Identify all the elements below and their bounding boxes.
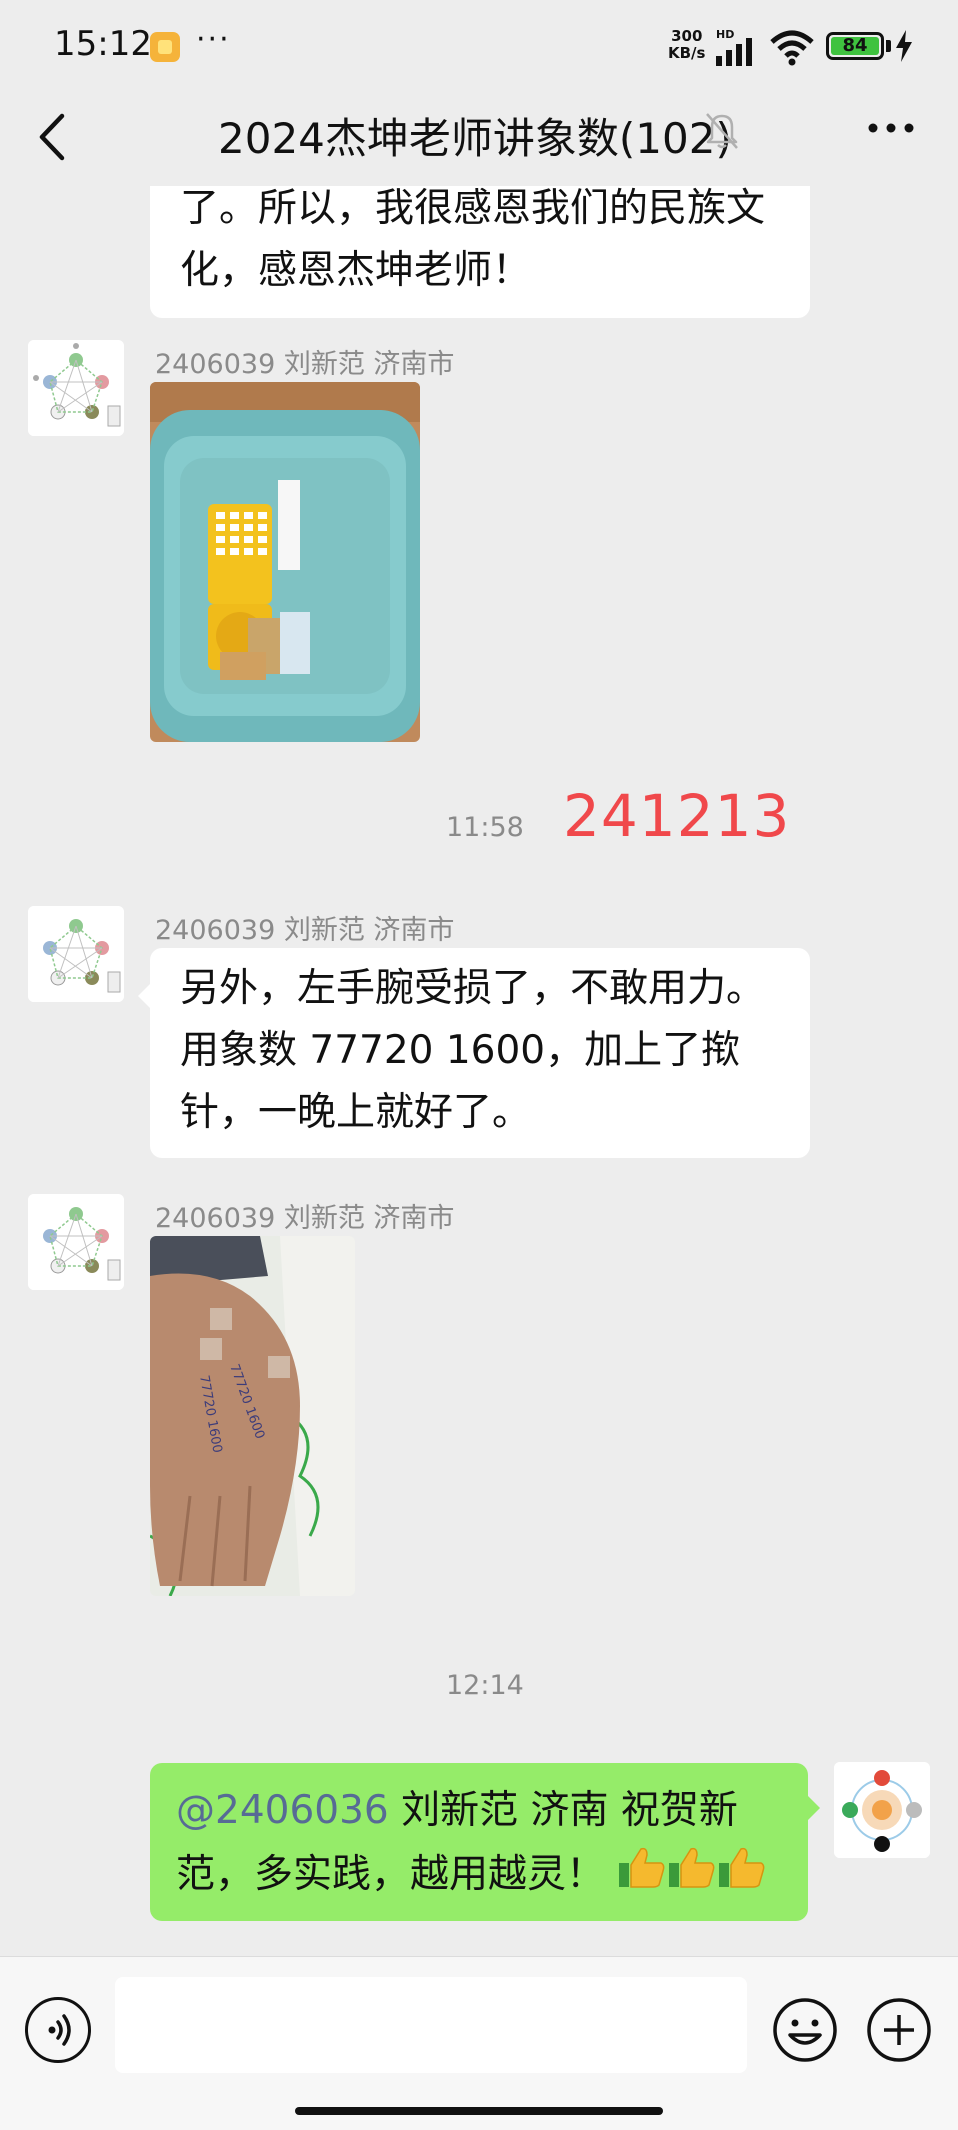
wifi-icon	[770, 30, 814, 66]
bell-off-icon	[706, 113, 738, 149]
self-avatar[interactable]	[834, 1762, 930, 1858]
avatar-diagram-icon	[28, 906, 124, 1002]
voice-icon[interactable]	[25, 1997, 91, 2063]
battery-icon: 84	[826, 32, 884, 60]
thumbs-up-emoji	[667, 1845, 717, 1909]
network-speed-unit: KB/s	[668, 44, 706, 62]
mention-link[interactable]: @2406036	[176, 1788, 389, 1833]
battery-level: 84	[831, 37, 879, 55]
sender-name: 2406039 刘新范 济南市	[155, 915, 455, 946]
chat-title: 2024杰坤老师讲象数(102)	[218, 114, 732, 163]
basin-photo	[150, 382, 420, 742]
message-list[interactable]: 了。所以，我很感恩我们的民族文化，感恩杰坤老师！ 2406039 刘新范 济南市	[0, 186, 958, 1956]
message-input[interactable]	[115, 1977, 747, 2073]
avatar-diagram-icon	[28, 1194, 124, 1290]
sender-avatar[interactable]	[28, 1194, 124, 1290]
wechat-chat-screen: 15:12 ··· 300 KB/s HD 84 2024杰坤老师讲象数(102…	[0, 0, 958, 2130]
message-text: 另外，左手腕受损了，不敢用力。用象数 77720 1600，加上了揿针，一晚上就…	[180, 966, 766, 1135]
message-bubble[interactable]: 另外，左手腕受损了，不敢用力。用象数 77720 1600，加上了揿针，一晚上就…	[150, 948, 810, 1158]
message-bubble-self[interactable]: @2406036 刘新范 济南 祝贺新范，多实践，越用越灵！	[150, 1763, 808, 1921]
bubble-tail	[808, 1796, 820, 1820]
input-bar	[0, 1956, 958, 2130]
notification-app-icon	[150, 32, 180, 62]
emoji-icon[interactable]	[772, 1997, 838, 2063]
image-message-hand[interactable]: 77720 1600 77720 1600	[150, 1236, 355, 1596]
status-more-notifications: ···	[196, 22, 231, 57]
chat-header: 2024杰坤老师讲象数(102)	[0, 90, 958, 186]
image-message-basin[interactable]	[150, 382, 420, 742]
signal-icon	[716, 38, 752, 66]
message-bubble[interactable]: 了。所以，我很感恩我们的民族文化，感恩杰坤老师！	[150, 186, 810, 318]
status-bar: 15:12 ··· 300 KB/s HD 84	[0, 0, 958, 90]
charging-icon	[896, 30, 912, 62]
thumbs-up-emoji	[717, 1845, 767, 1909]
timestamp: 12:14	[446, 1670, 524, 1701]
sender-name: 2406039 刘新范 济南市	[155, 1203, 455, 1234]
more-dots-icon[interactable]	[866, 118, 916, 138]
sender-avatar[interactable]	[28, 340, 124, 436]
sender-name: 2406039 刘新范 济南市	[155, 349, 455, 380]
avatar-wheel-icon	[834, 1762, 930, 1858]
bubble-tail	[138, 984, 150, 1008]
plus-icon[interactable]	[866, 1997, 932, 2063]
chevron-left-icon[interactable]	[34, 108, 70, 166]
message-text: 了。所以，我很感恩我们的民族文化，感恩杰坤老师！	[180, 186, 766, 293]
battery-tip	[886, 40, 891, 52]
network-speed: 300 KB/s	[668, 28, 705, 62]
red-date-annotation: 241213	[563, 782, 791, 850]
hand-photo: 77720 1600 77720 1600	[150, 1236, 355, 1596]
home-indicator	[295, 2107, 663, 2115]
sender-avatar[interactable]	[28, 906, 124, 1002]
status-time: 15:12	[54, 24, 152, 64]
avatar-diagram-icon	[28, 340, 124, 436]
network-speed-value: 300	[671, 27, 703, 45]
thumbs-up-emoji	[617, 1845, 667, 1909]
timestamp: 11:58	[446, 812, 524, 843]
